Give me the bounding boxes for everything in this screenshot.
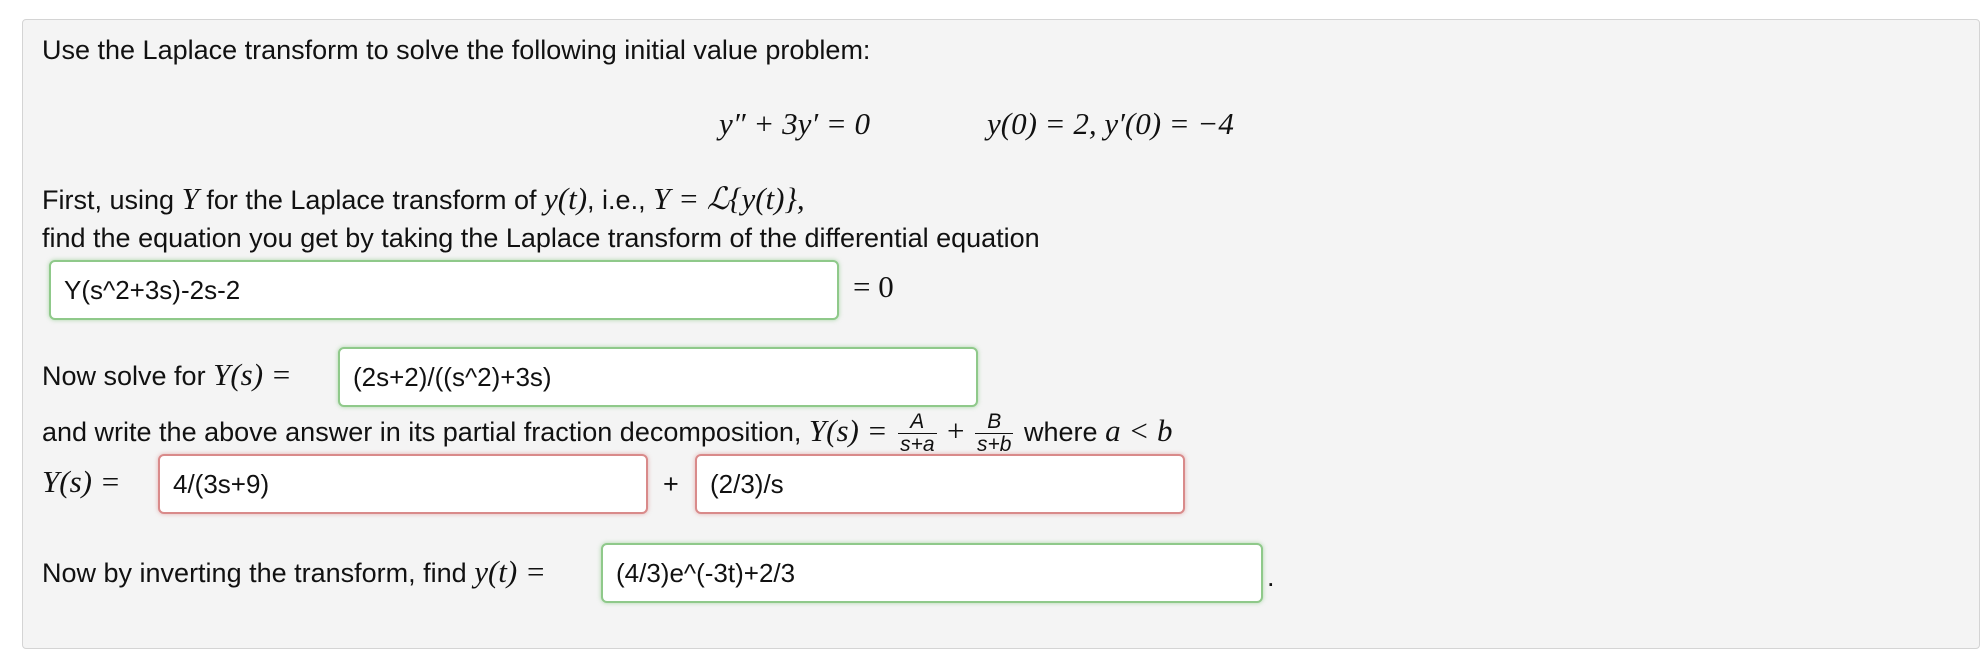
step1-func: y(t) [544,181,588,216]
partial-fraction-term2-input[interactable]: (2/3)/s [695,454,1185,514]
step1-prefix: First, using [42,185,175,215]
step2-prefix: Now solve for [42,361,206,391]
problem-intro: Use the Laplace transform to solve the f… [42,35,871,65]
where-label: where [1024,417,1098,447]
step4-line: Now by inverting the transform, find y(t… [42,554,546,590]
step3-lhs: Y(s) = [808,413,888,448]
step4-prefix: Now by inverting the transform, find [42,558,467,588]
ode-equation: y″ + 3y′ = 0 [719,106,871,141]
laplace-equation-input[interactable]: Y(s^2+3s)-2s-2 [49,260,839,320]
step4-lhs: y(t) = [474,554,546,589]
step1-ie: , i.e., [587,185,646,215]
question-panel: Use the Laplace transform to solve the f… [22,19,1980,649]
fraction-a: As+a [898,411,937,456]
ys-solution-input[interactable]: (2s+2)/((s^2)+3s) [338,347,978,407]
fraction-a-numerator: A [898,411,937,435]
equals-zero: = 0 [853,269,894,304]
step1-line1: First, using Y for the Laplace transform… [42,181,805,217]
step3-text: and write the above answer in its partia… [42,417,802,447]
fraction-b: Bs+b [975,411,1014,456]
step1-var: Y [181,181,199,216]
partial-fraction-lhs: Y(s) = [42,464,121,499]
step1-mid: for the Laplace transform of [206,185,537,215]
fraction-b-numerator: B [975,411,1014,435]
ab-condition: a < b [1105,413,1173,448]
step2-lhs: Y(s) = [213,357,292,392]
step1-line2: find the equation you get by taking the … [42,223,1040,253]
step1-def: Y = ℒ{y(t)}, [653,181,805,216]
yt-solution-input[interactable]: (4/3)e^(-3t)+2/3 [601,543,1263,603]
final-period: . [1267,562,1275,592]
initial-conditions: y(0) = 2, y′(0) = −4 [987,106,1234,141]
partial-fraction-plus: + [663,469,679,499]
partial-fraction-term1-input[interactable]: 4/(3s+9) [158,454,648,514]
step3-line: and write the above answer in its partia… [42,409,1172,456]
fraction-plus: + [947,413,965,448]
step2-line: Now solve for Y(s) = [42,357,292,393]
